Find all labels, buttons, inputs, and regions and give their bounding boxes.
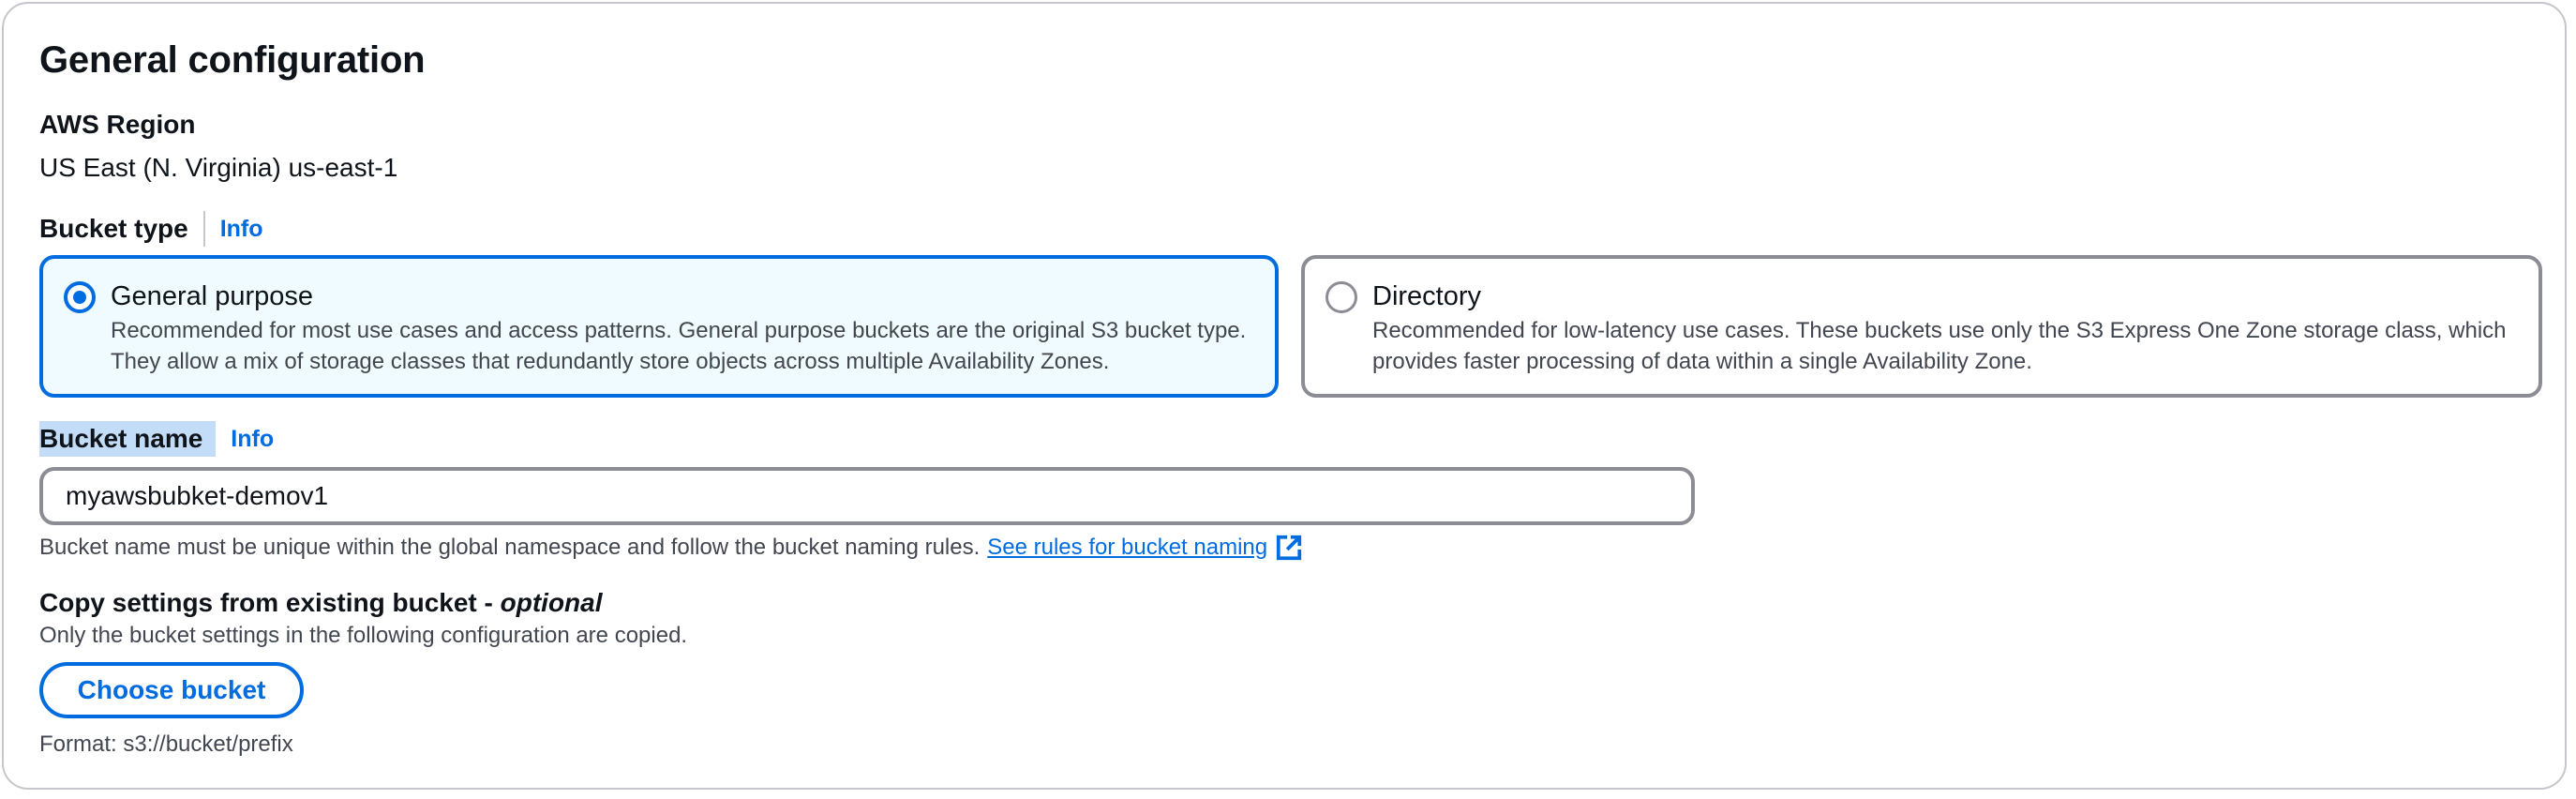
copy-settings-description: Only the bucket settings in the followin…	[39, 623, 688, 648]
general-purpose-title: General purpose	[111, 281, 314, 311]
bucket-name-hint: Bucket name must be unique within the gl…	[39, 533, 1303, 563]
copy-settings-label: Copy settings from existing bucket - opt…	[39, 587, 603, 619]
bucket-type-header: Bucket type Info	[39, 210, 263, 248]
optional-tag: optional	[500, 588, 603, 617]
copy-settings-label-text: Copy settings from existing bucket -	[39, 588, 501, 617]
bucket-type-info-link[interactable]: Info	[220, 215, 263, 243]
info-divider	[202, 211, 205, 247]
bucket-name-input[interactable]	[39, 467, 1695, 525]
bucket-name-info-link[interactable]: Info	[231, 425, 274, 453]
directory-title: Directory	[1372, 281, 1482, 311]
bucket-name-hint-text: Bucket name must be unique within the gl…	[39, 535, 981, 560]
external-link-icon[interactable]	[1275, 534, 1303, 562]
choose-bucket-button[interactable]: Choose bucket	[39, 662, 304, 718]
general-purpose-description: Recommended for most use cases and acces…	[111, 318, 1247, 374]
general-configuration-panel: General configuration AWS Region US East…	[2, 2, 2567, 790]
general-purpose-radio[interactable]	[64, 281, 96, 313]
bucket-name-header: Bucket name Info	[39, 420, 274, 458]
bucket-type-option-directory[interactable]: Directory Recommended for low-latency us…	[1301, 255, 2542, 398]
format-hint: Format: s3://bucket/prefix	[39, 731, 293, 757]
aws-region-label: AWS Region	[39, 110, 196, 139]
directory-description: Recommended for low-latency use cases. T…	[1372, 318, 2507, 374]
bucket-naming-rules-link[interactable]: See rules for bucket naming	[987, 533, 1303, 563]
section-title: General configuration	[39, 39, 426, 81]
bucket-naming-rules-link-text[interactable]: See rules for bucket naming	[987, 533, 1267, 563]
aws-region-value: US East (N. Virginia) us-east-1	[39, 153, 398, 182]
directory-radio[interactable]	[1325, 281, 1357, 313]
bucket-type-option-general-purpose[interactable]: General purpose Recommended for most use…	[39, 255, 1279, 398]
bucket-name-label: Bucket name	[39, 421, 217, 457]
bucket-type-label: Bucket type	[39, 214, 188, 243]
